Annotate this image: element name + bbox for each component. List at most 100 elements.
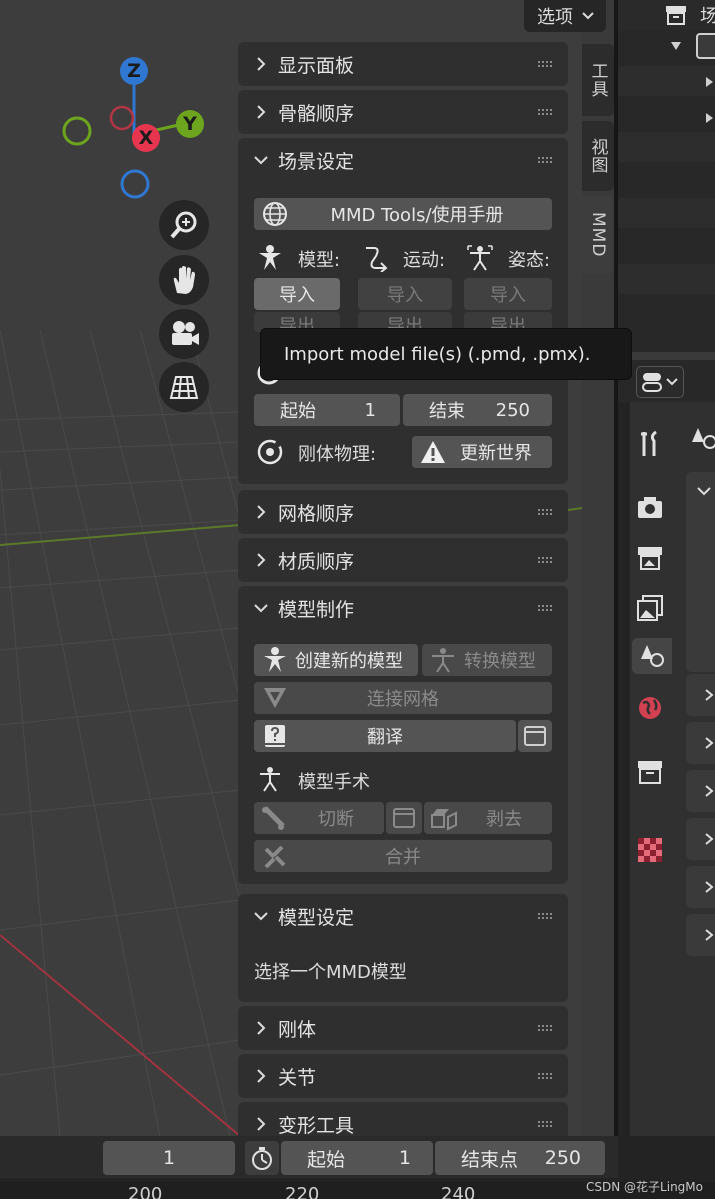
window-icon bbox=[393, 808, 415, 828]
merge-bones-icon bbox=[264, 845, 286, 869]
tab-output[interactable] bbox=[632, 540, 668, 576]
ruler-tick-label: 220 bbox=[285, 1184, 320, 1199]
collection-box-icon bbox=[666, 6, 686, 25]
printer-icon bbox=[638, 547, 662, 570]
drag-grip-icon[interactable] bbox=[538, 605, 554, 611]
camera-icon bbox=[172, 321, 199, 345]
end-frame-field[interactable]: 结束 250 bbox=[403, 394, 552, 426]
chevron-down-icon bbox=[254, 912, 268, 921]
camera-view-button[interactable] bbox=[159, 309, 209, 359]
armature-icon bbox=[259, 245, 281, 270]
create-model-button[interactable]: 创建新的模型 bbox=[254, 644, 418, 676]
preview-range-toggle[interactable] bbox=[245, 1141, 279, 1175]
panel-model-setup[interactable]: 模型设定 bbox=[238, 894, 568, 938]
drag-grip-icon[interactable] bbox=[538, 1121, 554, 1127]
panel-material-order[interactable]: 材质顺序 bbox=[238, 538, 568, 582]
drag-grip-icon[interactable] bbox=[538, 557, 554, 563]
translate-panel-button[interactable] bbox=[518, 720, 552, 752]
gizmo-x-label: X bbox=[138, 127, 154, 149]
chevron-right-icon bbox=[257, 1021, 266, 1035]
tab-scene[interactable] bbox=[632, 638, 672, 674]
warning-icon bbox=[421, 441, 445, 463]
timeline-start-field[interactable]: 起始 1 bbox=[281, 1141, 433, 1175]
outliner-editor[interactable]: 场 bbox=[618, 0, 715, 352]
mmd-sidebar-panel: 显示面板 骨骼顺序 场景设定 MMD Tools/使用手册 模型: 运动: 姿态… bbox=[238, 38, 568, 1136]
tab-tool[interactable]: 工具 bbox=[582, 44, 614, 116]
outliner-row bbox=[618, 132, 715, 162]
drag-grip-icon[interactable] bbox=[538, 1073, 554, 1079]
options-label: 选项 bbox=[537, 7, 573, 28]
bone-icon bbox=[262, 806, 285, 830]
convert-model-button[interactable]: 转换模型 bbox=[422, 644, 552, 676]
tab-collection[interactable] bbox=[632, 754, 668, 790]
gizmo-y-label: Y bbox=[183, 113, 197, 135]
join-meshes-button[interactable]: 连接网格 bbox=[254, 682, 552, 714]
cut-options-button[interactable] bbox=[386, 802, 422, 834]
drag-grip-icon[interactable] bbox=[538, 61, 554, 67]
tab-world[interactable] bbox=[632, 690, 668, 726]
timeline-end-field[interactable]: 结束点 250 bbox=[435, 1141, 605, 1175]
options-dropdown[interactable]: 选项 bbox=[524, 0, 606, 32]
panel-mesh-order[interactable]: 网格顺序 bbox=[238, 490, 568, 534]
mesh-triangle-icon bbox=[264, 688, 286, 708]
pan-button[interactable] bbox=[159, 255, 209, 305]
tab-render[interactable] bbox=[632, 490, 668, 526]
chevron-right-icon bbox=[705, 881, 714, 893]
expand-triangle-icon[interactable] bbox=[670, 40, 682, 52]
chevron-down-icon bbox=[254, 156, 268, 165]
merge-button[interactable]: 合并 bbox=[254, 840, 552, 872]
panel-rigid-body[interactable]: 刚体 bbox=[238, 1006, 568, 1050]
panel-joint[interactable]: 关节 bbox=[238, 1054, 568, 1098]
outliner-row[interactable] bbox=[618, 66, 715, 96]
drag-grip-icon[interactable] bbox=[538, 913, 554, 919]
tab-texture[interactable] bbox=[632, 832, 668, 868]
drag-grip-icon[interactable] bbox=[538, 157, 554, 163]
import-motion-button[interactable]: 导入 bbox=[358, 278, 452, 310]
expand-right-icon[interactable] bbox=[704, 112, 714, 124]
drag-grip-icon[interactable] bbox=[538, 1025, 554, 1031]
chevron-right-icon bbox=[705, 689, 714, 701]
chevron-right-icon bbox=[257, 1069, 266, 1083]
peel-cube-icon bbox=[431, 809, 457, 831]
panel-bone-order[interactable]: 骨骼顺序 bbox=[238, 90, 568, 134]
manual-button[interactable]: MMD Tools/使用手册 bbox=[254, 198, 552, 230]
properties-editor-icon bbox=[642, 373, 678, 392]
tab-view[interactable]: 视图 bbox=[582, 121, 614, 191]
peel-button[interactable]: 剥去 bbox=[424, 802, 552, 834]
drag-grip-icon[interactable] bbox=[538, 509, 554, 515]
physics-icon bbox=[257, 439, 283, 465]
collection-icon bbox=[696, 33, 715, 59]
armature-icon bbox=[264, 647, 286, 672]
panel-scene-setup[interactable]: 场景设定 bbox=[238, 138, 568, 182]
tab-mmd[interactable]: MMD bbox=[582, 196, 614, 274]
translate-button[interactable]: 翻译 bbox=[254, 720, 516, 752]
chevron-right-icon bbox=[257, 57, 266, 71]
ortho-toggle-button[interactable] bbox=[159, 362, 209, 412]
scene-icon bbox=[641, 645, 664, 667]
current-frame-field[interactable]: 1 bbox=[103, 1141, 235, 1175]
properties-editor[interactable] bbox=[618, 360, 715, 1136]
drag-grip-icon[interactable] bbox=[538, 109, 554, 115]
checker-texture-icon bbox=[638, 838, 662, 862]
chevron-down-icon bbox=[697, 487, 711, 496]
chevron-right-icon bbox=[705, 833, 714, 845]
image-layers-icon bbox=[637, 595, 663, 621]
gizmo-z-label: Z bbox=[127, 60, 141, 82]
panel-model-production[interactable]: 模型制作 bbox=[238, 586, 568, 630]
ruler-tick-label: 240 bbox=[441, 1184, 476, 1199]
import-model-button[interactable]: 导入 bbox=[254, 278, 340, 310]
update-world-button[interactable]: 更新世界 bbox=[412, 436, 552, 468]
globe-icon bbox=[263, 202, 287, 226]
tab-view-layer[interactable] bbox=[632, 590, 668, 626]
expand-right-icon[interactable] bbox=[704, 76, 714, 88]
import-pose-button[interactable]: 导入 bbox=[464, 278, 552, 310]
start-frame-field[interactable]: 起始 1 bbox=[254, 394, 400, 426]
panel-display[interactable]: 显示面板 bbox=[238, 42, 568, 86]
model-production-body: 创建新的模型 转换模型 连接网格 翻译 模型手术 切断 剥去 合并 bbox=[238, 630, 568, 884]
editor-type-dropdown[interactable] bbox=[636, 366, 684, 398]
tab-tool-settings[interactable] bbox=[632, 426, 668, 462]
cut-button[interactable]: 切断 bbox=[254, 802, 384, 834]
panel-morph-tools[interactable]: 变形工具 bbox=[238, 1102, 568, 1136]
zoom-button[interactable] bbox=[159, 200, 209, 250]
chevron-right-icon bbox=[705, 929, 714, 941]
